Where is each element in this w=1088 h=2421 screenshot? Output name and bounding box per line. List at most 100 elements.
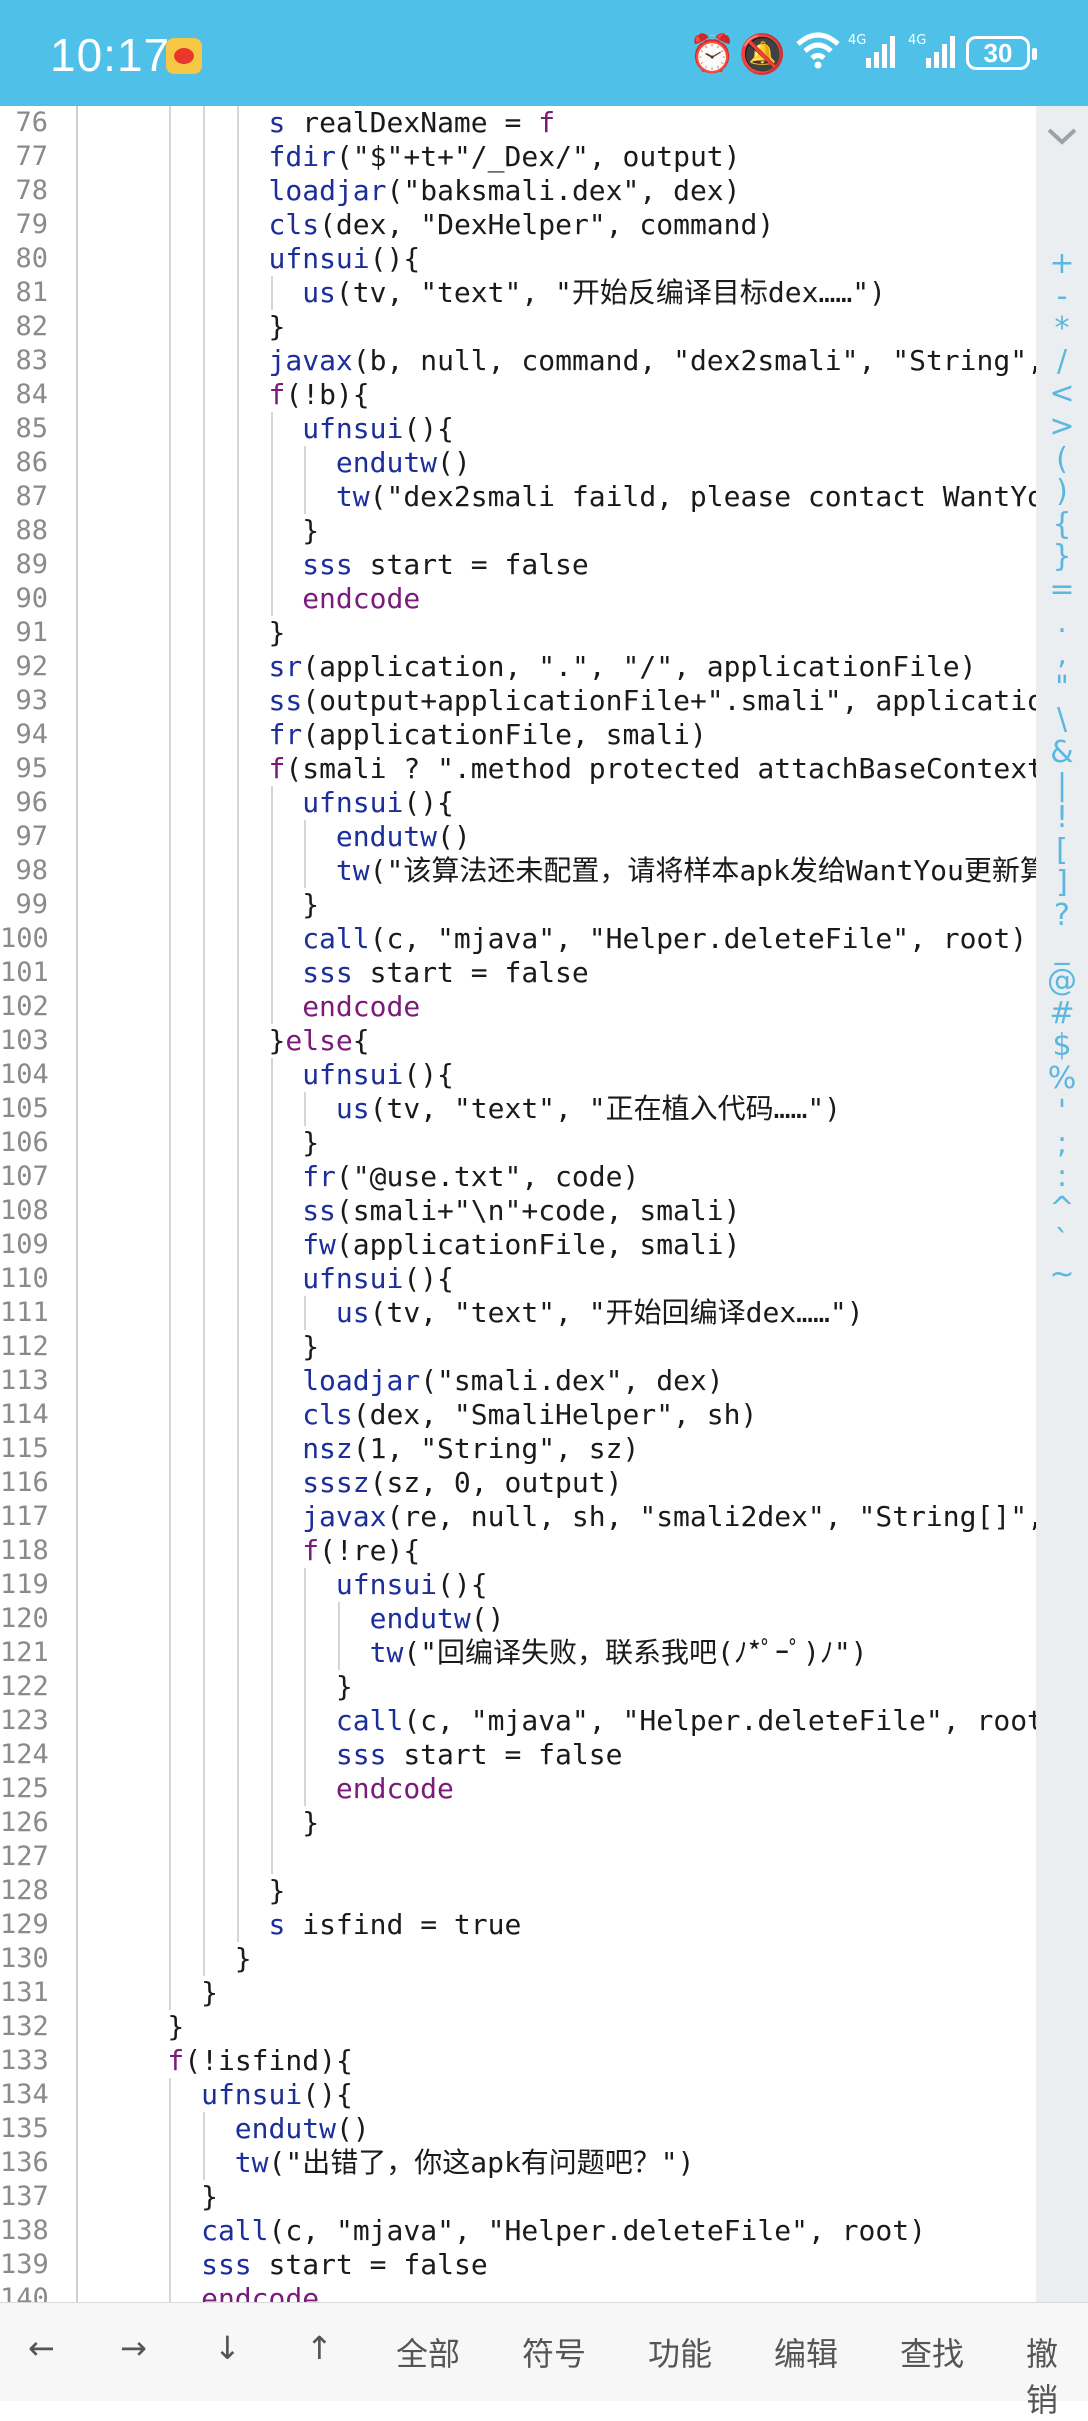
code-line[interactable]: 132} xyxy=(0,2010,1036,2044)
code-line[interactable]: 76 s realDexName = f xyxy=(0,106,1036,140)
code-line[interactable]: 110 ufnsui(){ xyxy=(0,1262,1036,1296)
symbol-key[interactable]: > xyxy=(1036,409,1088,444)
symbol-key[interactable]: , xyxy=(1036,637,1088,672)
arrow-right-button[interactable]: → xyxy=(120,2329,147,2367)
code-line[interactable]: 124 sss start = false xyxy=(0,1738,1036,1772)
symbol-key[interactable]: % xyxy=(1036,1061,1088,1096)
symbol-key[interactable]: + xyxy=(1036,246,1088,281)
code-line[interactable]: 92 sr(application, ".", "/", applicationF… xyxy=(0,650,1036,684)
symbol-key[interactable]: = xyxy=(1036,572,1088,607)
code-line[interactable]: 137} xyxy=(0,2180,1036,2214)
code-line[interactable]: 82} xyxy=(0,310,1036,344)
code-line[interactable]: 95 f(smali ? ".method protected attachBas… xyxy=(0,752,1036,786)
symbol-key[interactable]: \ xyxy=(1036,702,1088,737)
code-line[interactable]: 91} xyxy=(0,616,1036,650)
symbol-key[interactable]: ' xyxy=(1036,1094,1088,1129)
code-line[interactable]: 126} xyxy=(0,1806,1036,1840)
code-line[interactable]: 104 ufnsui(){ xyxy=(0,1058,1036,1092)
code-line[interactable]: 123 call(c, "mjava", "Helper.deleteFile",… xyxy=(0,1704,1036,1738)
code-line[interactable]: 109 fw(applicationFile, smali) xyxy=(0,1228,1036,1262)
code-line[interactable]: 80 ufnsui(){ xyxy=(0,242,1036,276)
code-line[interactable]: 96 ufnsui(){ xyxy=(0,786,1036,820)
symbol-key[interactable]: ~ xyxy=(1036,1257,1088,1292)
symbol-key[interactable]: - xyxy=(1036,279,1088,314)
arrow-left-button[interactable]: ← xyxy=(28,2329,55,2367)
code-line[interactable]: 131} xyxy=(0,1976,1036,2010)
code-line[interactable]: 117 javax(re, null, sh, "smali2dex", "Str… xyxy=(0,1500,1036,1534)
code-line[interactable]: 135 endutw() xyxy=(0,2112,1036,2146)
symbol-key[interactable]: _ xyxy=(1036,931,1088,966)
symbol-key[interactable]: @ xyxy=(1036,963,1088,998)
symbol-key[interactable]: ! xyxy=(1036,800,1088,835)
symbol-key[interactable]: " xyxy=(1036,670,1088,705)
code-line[interactable]: 100 call(c, "mjava", "Helper.deleteFile",… xyxy=(0,922,1036,956)
symbol-key[interactable]: { xyxy=(1036,507,1088,542)
code-line[interactable]: 105 us(tv, "text", "正在植入代码……") xyxy=(0,1092,1036,1126)
code-line[interactable]: 111 us(tv, "text", "开始回编译dex……") xyxy=(0,1296,1036,1330)
code-line[interactable]: 102 endcode xyxy=(0,990,1036,1024)
symbol-key[interactable]: / xyxy=(1036,344,1088,379)
code-line[interactable]: 136 tw("出错了，你这apk有问题吧？") xyxy=(0,2146,1036,2180)
code-line[interactable]: 106} xyxy=(0,1126,1036,1160)
code-line[interactable]: 86 endutw() xyxy=(0,446,1036,480)
code-line[interactable]: 113 loadjar("smali.dex", dex) xyxy=(0,1364,1036,1398)
code-line[interactable]: 99} xyxy=(0,888,1036,922)
code-line[interactable]: 97 endutw() xyxy=(0,820,1036,854)
symbol-key[interactable]: | xyxy=(1036,768,1088,803)
code-line[interactable]: 94 fr(applicationFile, smali) xyxy=(0,718,1036,752)
code-line[interactable]: 83 javax(b, null, command, "dex2smali", "… xyxy=(0,344,1036,378)
undo-button[interactable]: 撤销 xyxy=(1026,2329,1088,2421)
code-line[interactable]: 90 endcode xyxy=(0,582,1036,616)
edit-button[interactable]: 编辑 xyxy=(774,2329,838,2375)
code-line[interactable]: 107 fr("@use.txt", code) xyxy=(0,1160,1036,1194)
code-line[interactable]: 98 tw("该算法还未配置，请将样本apk发给WantYou更新算法吧 xyxy=(0,854,1036,888)
code-line[interactable]: 120 endutw() xyxy=(0,1602,1036,1636)
code-line[interactable]: 89 sss start = false xyxy=(0,548,1036,582)
code-line[interactable]: 115 nsz(1, "String", sz) xyxy=(0,1432,1036,1466)
code-line[interactable]: 81 us(tv, "text", "开始反编译目标dex……") xyxy=(0,276,1036,310)
code-line[interactable]: 116 sssz(sz, 0, output) xyxy=(0,1466,1036,1500)
code-line[interactable]: 85 ufnsui(){ xyxy=(0,412,1036,446)
symbol-key[interactable]: : xyxy=(1036,1159,1088,1194)
code-line[interactable]: 118 f(!re){ xyxy=(0,1534,1036,1568)
functions-button[interactable]: 功能 xyxy=(648,2329,712,2375)
symbol-key[interactable]: ( xyxy=(1036,442,1088,477)
code-line[interactable]: 138 call(c, "mjava", "Helper.deleteFile",… xyxy=(0,2214,1036,2248)
symbol-key[interactable]: . xyxy=(1036,605,1088,640)
symbol-key[interactable]: ` xyxy=(1036,1224,1088,1259)
code-line[interactable]: 130} xyxy=(0,1942,1036,1976)
code-line[interactable]: 122} xyxy=(0,1670,1036,1704)
code-line[interactable]: 79 cls(dex, "DexHelper", command) xyxy=(0,208,1036,242)
symbol-key[interactable]: ? xyxy=(1036,898,1088,933)
symbol-key[interactable]: } xyxy=(1036,539,1088,574)
symbol-key[interactable]: ; xyxy=(1036,1126,1088,1161)
code-line[interactable]: 133 f(!isfind){ xyxy=(0,2044,1036,2078)
symbol-key[interactable]: * xyxy=(1036,311,1088,346)
symbol-key[interactable]: [ xyxy=(1036,833,1088,868)
find-button[interactable]: 查找 xyxy=(900,2329,964,2375)
code-line[interactable]: 139 sss start = false xyxy=(0,2248,1036,2282)
symbol-key[interactable]: ) xyxy=(1036,474,1088,509)
code-line[interactable]: 129 s isfind = true xyxy=(0,1908,1036,1942)
code-line[interactable]: 87 tw("dex2smali faild, please contact Wa… xyxy=(0,480,1036,514)
select-all-button[interactable]: 全部 xyxy=(396,2329,460,2375)
code-line[interactable]: 108 ss(smali+"\n"+code, smali) xyxy=(0,1194,1036,1228)
code-line[interactable]: 77 fdir("$"+t+"/_Dex/", output) xyxy=(0,140,1036,174)
arrow-up-button[interactable]: ↑ xyxy=(306,2329,333,2367)
chevron-down-icon[interactable] xyxy=(1046,120,1078,152)
symbol-key[interactable]: & xyxy=(1036,735,1088,770)
code-line[interactable]: 93 ss(output+applicationFile+".smali", ap… xyxy=(0,684,1036,718)
code-line[interactable]: 78 loadjar("baksmali.dex", dex) xyxy=(0,174,1036,208)
code-line[interactable]: 119 ufnsui(){ xyxy=(0,1568,1036,1602)
code-line[interactable]: 121 tw("回编译失败，联系我吧(ﾉ*ﾟｰﾟ)ﾉ") xyxy=(0,1636,1036,1670)
code-line[interactable]: 112} xyxy=(0,1330,1036,1364)
code-line[interactable]: 114 cls(dex, "SmaliHelper", sh) xyxy=(0,1398,1036,1432)
code-line[interactable]: 103}else{ xyxy=(0,1024,1036,1058)
code-line[interactable]: 127 xyxy=(0,1840,1036,1874)
code-line[interactable]: 88} xyxy=(0,514,1036,548)
symbols-button[interactable]: 符号 xyxy=(522,2329,586,2375)
code-line[interactable]: 140 endcode xyxy=(0,2282,1036,2302)
code-line[interactable]: 84 f(!b){ xyxy=(0,378,1036,412)
symbol-key[interactable]: < xyxy=(1036,376,1088,411)
code-line[interactable]: 134 ufnsui(){ xyxy=(0,2078,1036,2112)
